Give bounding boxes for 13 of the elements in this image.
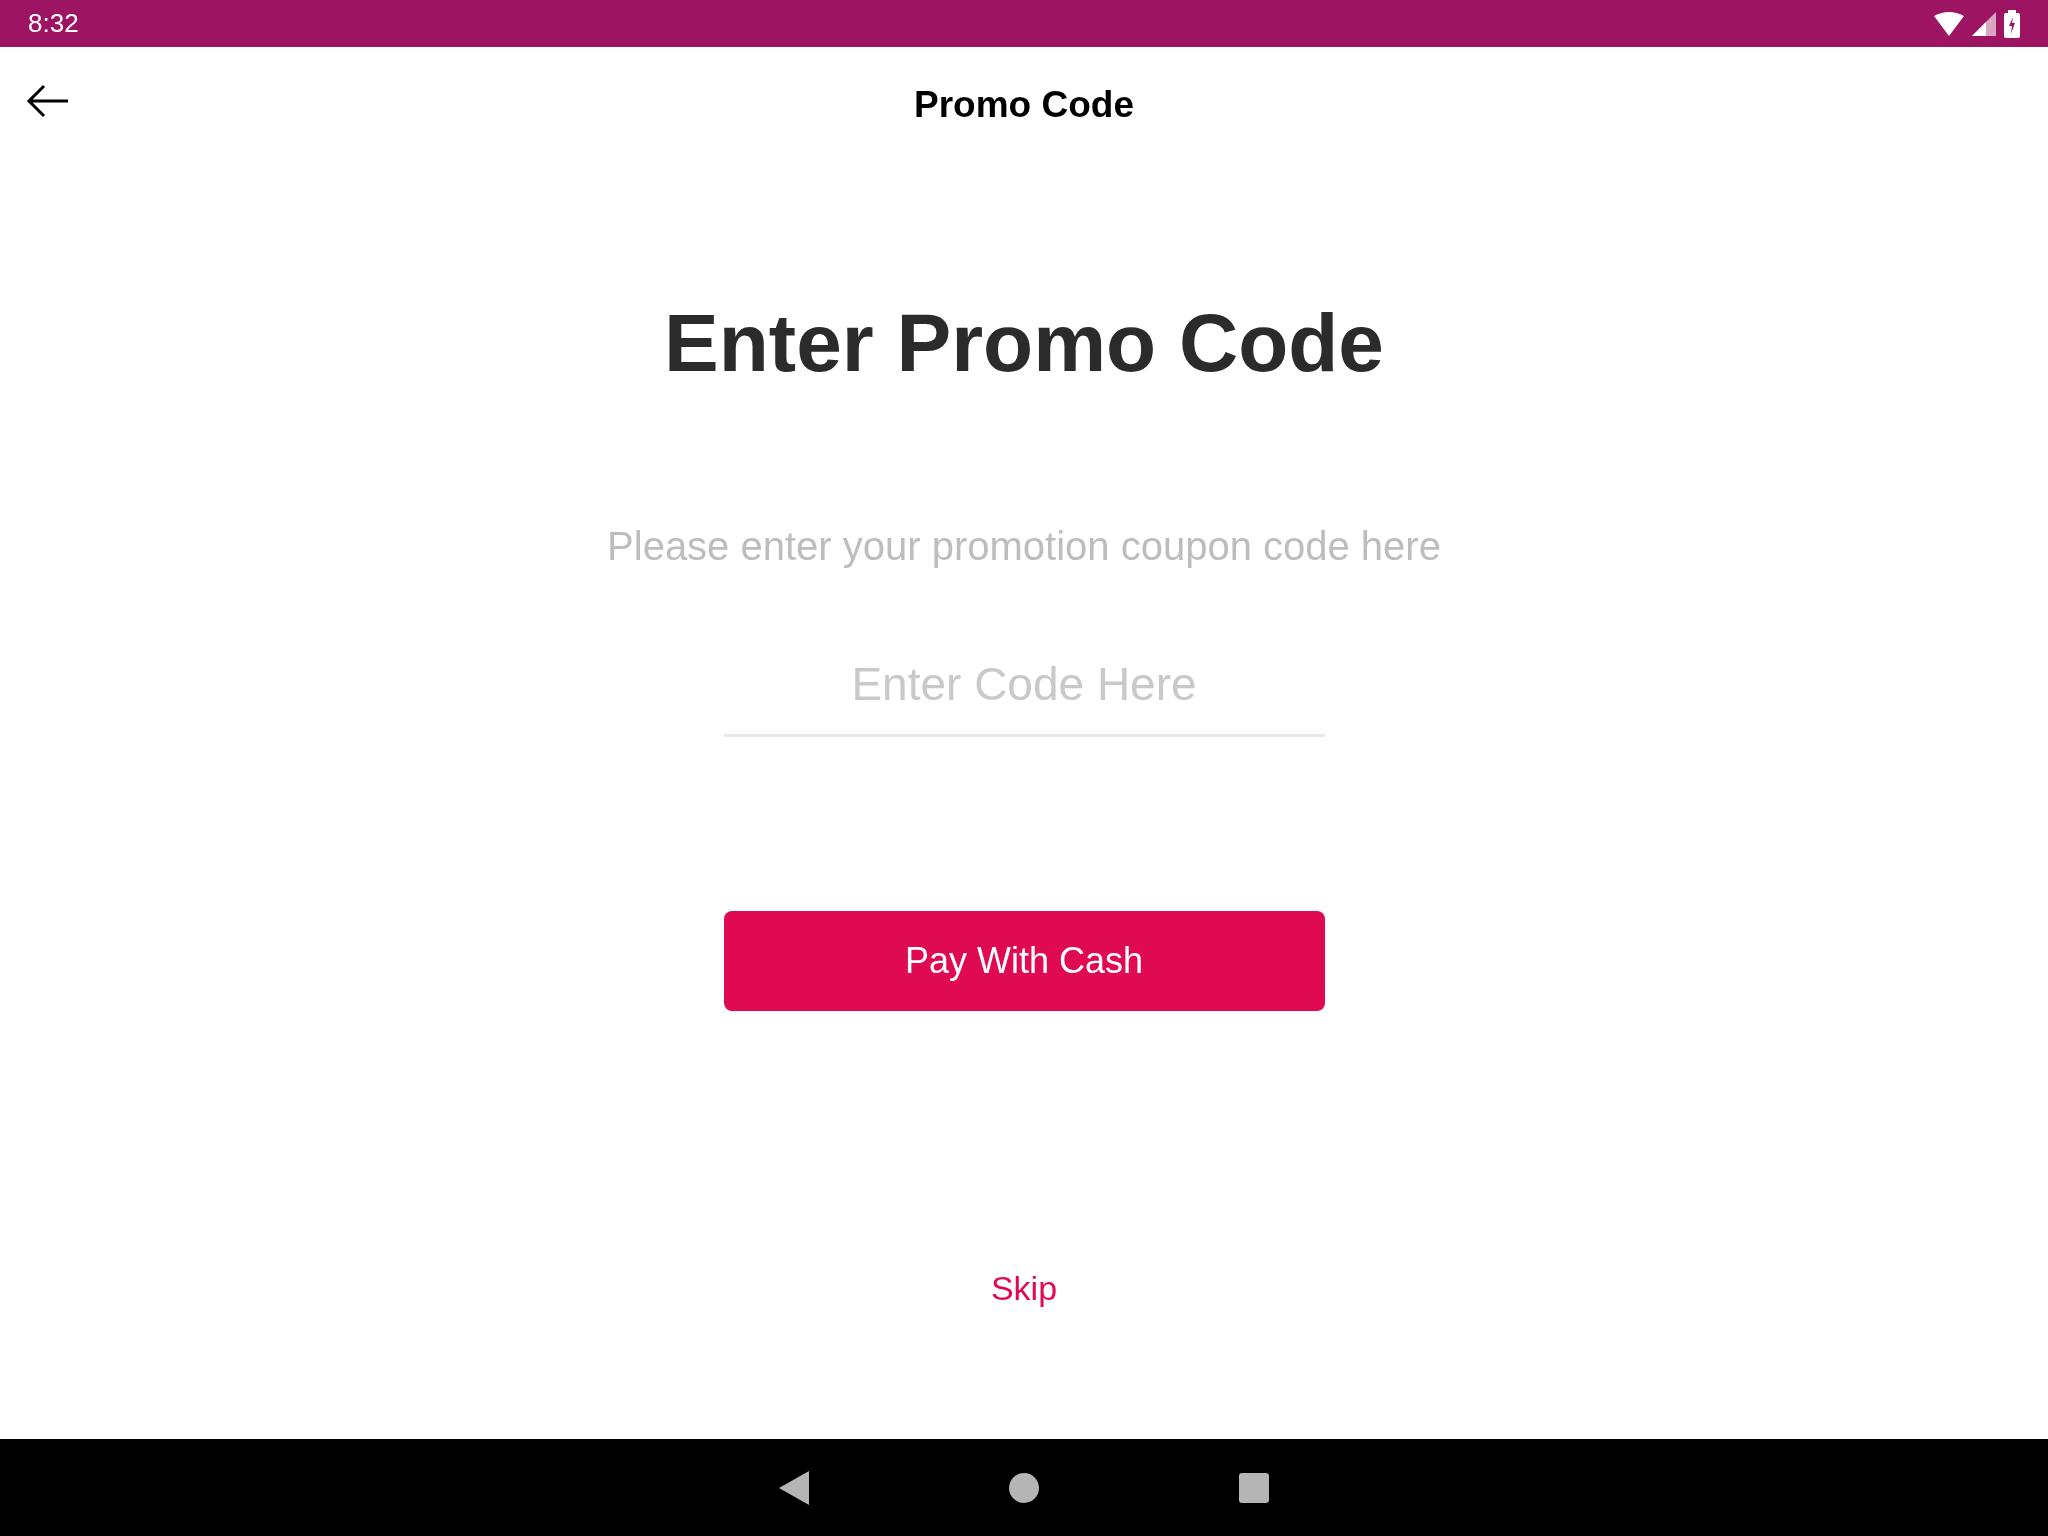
status-time: 8:32 bbox=[28, 7, 79, 40]
skip-link[interactable]: Skip bbox=[990, 1263, 1058, 1314]
signal-icon bbox=[1972, 11, 1996, 36]
recents-nav-icon[interactable] bbox=[1239, 1472, 1269, 1503]
page-heading: Enter Promo Code bbox=[664, 302, 1384, 384]
home-nav-icon[interactable] bbox=[1009, 1472, 1039, 1503]
wifi-icon bbox=[1934, 11, 1964, 36]
subtitle-text: Please enter your promotion coupon code here bbox=[607, 526, 1441, 566]
app-bar-title: Promo Code bbox=[914, 83, 1134, 128]
battery-icon bbox=[2004, 9, 2020, 38]
back-arrow-icon bbox=[26, 83, 70, 119]
pay-with-cash-button[interactable]: Pay With Cash bbox=[723, 911, 1325, 1011]
back-nav-icon[interactable] bbox=[779, 1470, 809, 1505]
